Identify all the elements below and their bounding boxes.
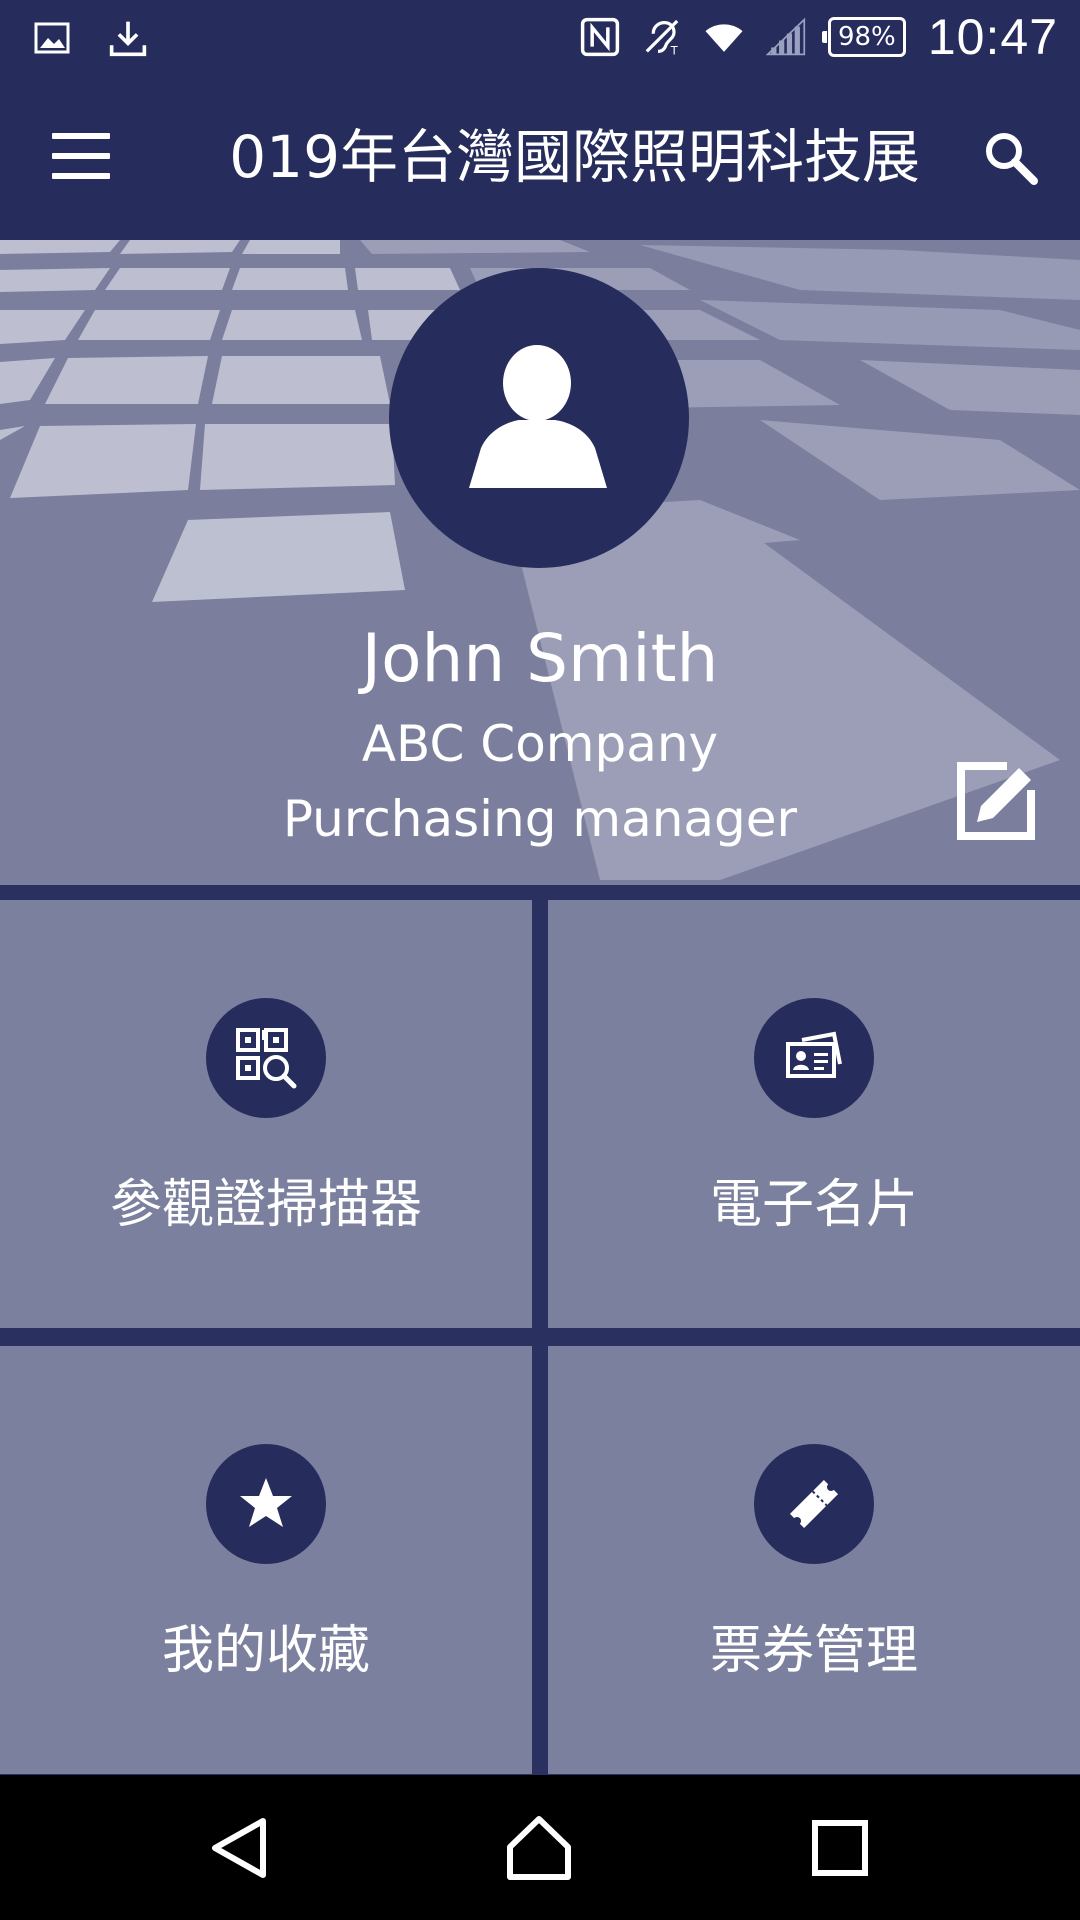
hamburger-menu-icon[interactable]: [52, 133, 112, 183]
back-icon[interactable]: [205, 1813, 275, 1883]
battery-level: 98%: [837, 22, 896, 52]
download-icon: [108, 14, 148, 62]
svg-text:T: T: [670, 45, 678, 58]
tile-ticket-management[interactable]: 票券管理: [548, 1346, 1080, 1774]
app-bar: 019年台灣國際照明科技展: [0, 75, 1080, 240]
tile-label: 參觀證掃描器: [109, 1175, 422, 1235]
tile-business-card[interactable]: 電子名片: [548, 900, 1080, 1328]
user-icon: [469, 345, 607, 488]
status-bar: T 98% 10:47: [0, 0, 1080, 75]
tile-favorites[interactable]: 我的收藏: [0, 1346, 532, 1774]
app-title: 019年台灣國際照明科技展: [229, 123, 920, 191]
search-icon[interactable]: [980, 127, 1040, 187]
image-icon: [32, 14, 72, 62]
clock: 10:47: [927, 9, 1058, 65]
hearing-aid-icon: T: [642, 13, 682, 61]
profile-company: ABC Company: [361, 715, 719, 773]
star-icon: [206, 1444, 326, 1564]
ticket-icon: [754, 1444, 874, 1564]
tile-label: 電子名片: [709, 1175, 918, 1235]
battery-icon: 98%: [821, 17, 906, 57]
qr-scan-icon: [206, 998, 326, 1118]
tile-label: 票券管理: [709, 1621, 918, 1681]
profile-name: John Smith: [361, 620, 719, 697]
nfc-icon: [580, 13, 620, 61]
profile-header: John Smith ABC Company Purchasing manage…: [0, 240, 1080, 885]
home-icon[interactable]: [504, 1813, 574, 1883]
edit-icon[interactable]: [955, 760, 1035, 840]
signal-icon: [765, 13, 806, 61]
recents-icon[interactable]: [805, 1813, 875, 1883]
tile-label: 我的收藏: [161, 1621, 370, 1681]
system-nav-bar: [0, 1775, 1080, 1920]
avatar[interactable]: [389, 268, 689, 568]
wifi-icon: [704, 13, 744, 61]
business-card-icon: [754, 998, 874, 1118]
tile-badge-scanner[interactable]: 參觀證掃描器: [0, 900, 532, 1328]
profile-title: Purchasing manager: [282, 790, 798, 848]
